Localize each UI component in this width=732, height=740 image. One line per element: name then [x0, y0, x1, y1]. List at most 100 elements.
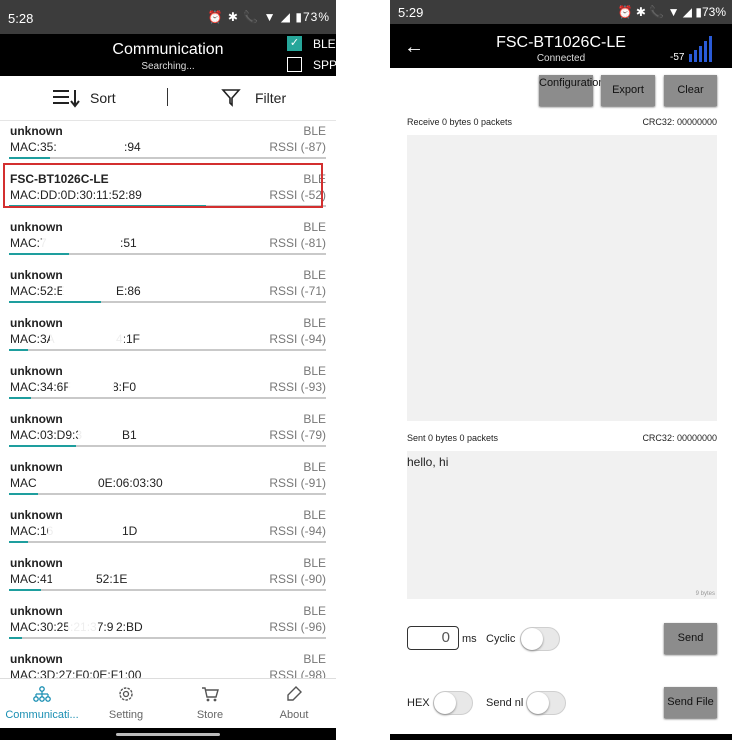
signal-bar-fill [9, 493, 38, 495]
send-text: hello, hi [407, 455, 449, 469]
device-mac-tail: B1 [122, 428, 137, 442]
device-mac: MAC:34:6F [10, 380, 71, 394]
device-mac-tail: E:86 [116, 284, 141, 298]
network-icon [33, 686, 51, 702]
device-mac-tail: 8:F0 [112, 380, 137, 394]
device-row[interactable]: unknown MAC:41 52:1E BLE RSSI (-90) [0, 552, 336, 600]
filter-icon [221, 89, 241, 107]
spp-checkbox[interactable] [287, 57, 302, 72]
system-nav-bar [390, 734, 732, 740]
device-name: unknown [10, 124, 63, 138]
signal-bar-fill [9, 157, 51, 159]
redacted-mac-mask [48, 524, 118, 538]
system-nav-bar [0, 728, 336, 740]
send-nl-label: Send nl [486, 697, 524, 709]
signal-bar [9, 589, 326, 591]
device-name: unknown [10, 604, 63, 618]
cyclic-label: Cyclic [486, 633, 516, 645]
signal-bar-fill [9, 253, 70, 255]
divider [167, 88, 168, 106]
ble-checkbox[interactable]: ✓ [287, 36, 302, 51]
signal-bar-fill [9, 349, 29, 351]
nav-communication[interactable]: Communicati... [0, 679, 84, 729]
device-mac: MAC:52:E [10, 284, 65, 298]
device-row[interactable]: unknown MAC:03:D9:3 B1 BLE RSSI (-79) [0, 408, 336, 456]
device-row[interactable]: unknown MAC:3A 4:1F BLE RSSI (-94) [0, 312, 336, 360]
interval-input[interactable]: 0 [407, 626, 459, 650]
device-rssi: RSSI (-94) [269, 524, 326, 538]
hex-toggle[interactable] [433, 691, 473, 715]
nav-store[interactable]: Store [168, 679, 252, 729]
receive-area[interactable] [407, 135, 717, 421]
send-nl-toggle[interactable] [526, 691, 566, 715]
sort-filter-bar: Sort Filter [0, 76, 336, 121]
redacted-mac-mask [50, 332, 124, 346]
device-row[interactable]: unknown MAC:7:51 BLE RSSI (-81) [0, 216, 336, 264]
page-subtitle: Searching... [141, 61, 195, 72]
device-type: BLE [303, 604, 326, 618]
cart-icon [202, 687, 219, 702]
device-row[interactable]: unknown MAC:30:25:21:37:9 2:BD BLE RSSI (-96… [0, 600, 336, 648]
device-row[interactable]: unknown MAC:16 1D BLE RSSI (-94) [0, 504, 336, 552]
device-mac: MAC:41 [10, 572, 54, 586]
redacted-mac-mask [52, 572, 96, 586]
cyclic-toggle[interactable] [520, 627, 560, 651]
device-row[interactable]: unknown MAC 0E:06:03:30 BLE RSSI (-91) [0, 456, 336, 504]
signal-bar [9, 493, 326, 495]
nav-label: About [279, 709, 309, 721]
filter-button[interactable]: Filter [221, 86, 301, 110]
sort-button[interactable]: Sort [52, 86, 136, 110]
home-indicator[interactable] [116, 733, 220, 736]
signal-bar-fill [9, 301, 101, 303]
signal-bar [9, 637, 326, 639]
device-rssi: RSSI (-91) [269, 476, 326, 490]
device-mac-tail: 0E:06:03:30 [98, 476, 163, 490]
export-button[interactable]: Export [601, 75, 655, 106]
device-row[interactable]: unknown MAC:52:E E:86 BLE RSSI (-71) [0, 264, 336, 312]
status-icons: ⏰ ✱ 📞 ▼ ◢ ▮73% [617, 5, 726, 19]
device-mac-tail: 52:1E [96, 572, 128, 586]
device-type: BLE [303, 556, 326, 570]
send-text-area[interactable]: hello, hi 9 bytes [407, 451, 717, 599]
redacted-mac-mask [36, 476, 96, 490]
sort-icon [53, 90, 80, 108]
device-row[interactable]: unknown MAC:34:6F 8:F0 BLE RSSI (-93) [0, 360, 336, 408]
device-type: BLE [303, 124, 326, 138]
nav-setting[interactable]: Setting [84, 679, 168, 729]
toggle-knob [527, 692, 549, 714]
device-type: BLE [303, 364, 326, 378]
redacted-mac-mask [68, 380, 114, 394]
send-file-button[interactable]: Send File [664, 687, 717, 718]
device-row[interactable]: unknown MAC:35::94 BLE RSSI (-87) [0, 120, 336, 168]
receive-crc: CRC32: 00000000 [642, 117, 717, 127]
spp-checkbox-label: SPP [313, 58, 336, 72]
sent-label: Sent 0 bytes 0 packets [407, 433, 499, 443]
nav-label: Setting [108, 709, 144, 721]
redacted-mac-mask [42, 236, 112, 250]
device-name: unknown [10, 316, 63, 330]
signal-bar [9, 349, 326, 351]
device-mac-tail: 2:BD [116, 620, 143, 634]
nav-label: Store [196, 709, 224, 721]
gear-icon [119, 687, 133, 701]
nav-about[interactable]: About [252, 679, 336, 729]
device-mac-tail: :51 [120, 236, 137, 250]
configuration-button[interactable]: Configuration [539, 75, 604, 106]
redacted-mac-mask [68, 140, 120, 154]
receive-label: Receive 0 bytes 0 packets [407, 117, 513, 127]
communication-screen: 5:28 ⏰ ✱ 📞 ▼ ◢ ▮73% Communication Search… [0, 0, 336, 740]
signal-bar-fill [9, 589, 41, 591]
status-time: 5:29 [398, 5, 424, 20]
device-type: BLE [303, 268, 326, 282]
send-button[interactable]: Send [664, 623, 717, 654]
hex-label: HEX [407, 697, 430, 709]
clear-button[interactable]: Clear [664, 75, 717, 106]
device-rssi: RSSI (-90) [269, 572, 326, 586]
tag-icon [287, 686, 302, 701]
device-rssi: RSSI (-94) [269, 332, 326, 346]
device-screen: 5:29 ⏰ ✱ 📞 ▼ ◢ ▮73% ← FSC-BT1026C-LE Con… [390, 0, 732, 740]
signal-bar-fill [9, 541, 29, 543]
status-bar: 5:28 ⏰ ✱ 📞 ▼ ◢ ▮73% [0, 0, 336, 34]
device-name: unknown [10, 508, 63, 522]
device-type: BLE [303, 460, 326, 474]
